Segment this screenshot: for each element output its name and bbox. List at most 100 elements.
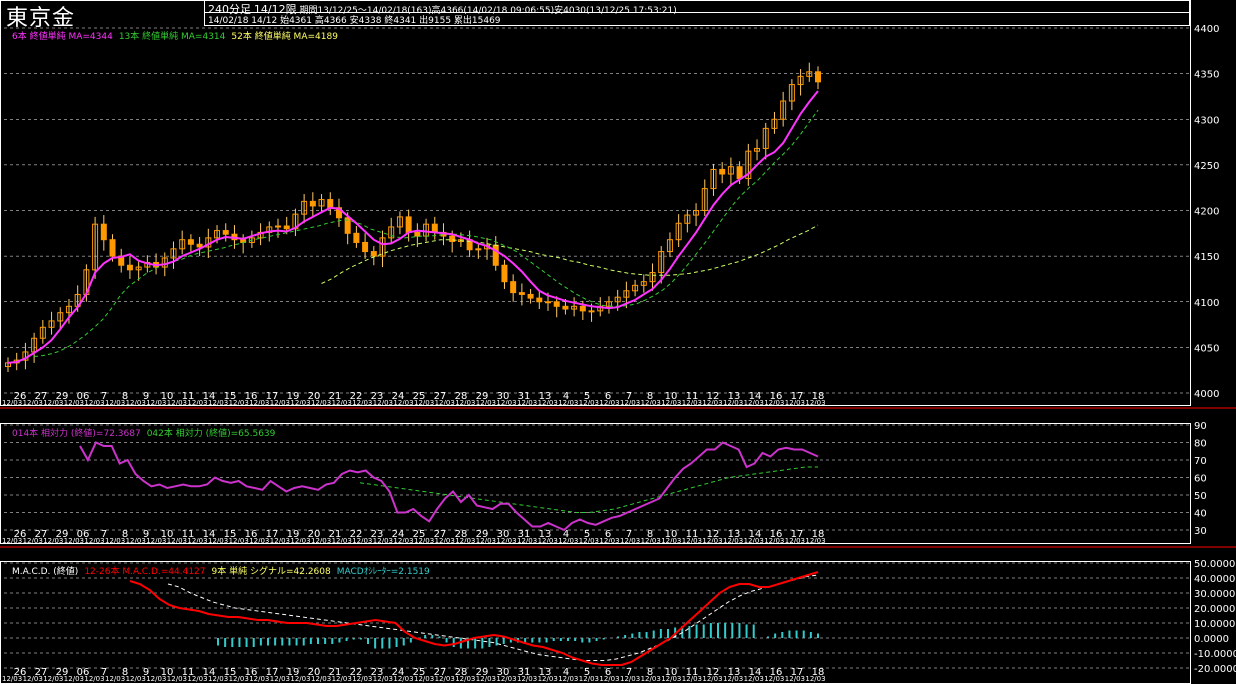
y-tick-label: 40.0000 [1194, 574, 1235, 585]
y-tick-label: -20.0000 [1194, 664, 1236, 675]
x-date-label: 12/03 [311, 399, 331, 407]
x-date-label: 12/03 [229, 537, 249, 545]
candle-body [449, 235, 456, 243]
candle-body [518, 292, 525, 295]
candle-body [196, 243, 203, 248]
x-date-label: 12/03 [641, 675, 661, 683]
x-date-label: 12/03 [476, 537, 496, 545]
x-date-label: 12/03 [744, 675, 764, 683]
x-date-label: 12/03 [270, 537, 290, 545]
x-date-label: 12/03 [599, 537, 619, 545]
y-tick-label: 70 [1194, 456, 1207, 467]
x-date-label: 12/03 [146, 537, 166, 545]
x-date-label: 12/03 [332, 537, 352, 545]
x-date-label: 12/03 [249, 537, 269, 545]
x-date-label: 12/03 [2, 537, 22, 545]
candle-body [527, 293, 534, 299]
x-date-label: 12/03 [805, 537, 825, 545]
y-tick-label: 50 [1194, 491, 1207, 502]
x-date-label: 12/03 [455, 399, 475, 407]
y-tick-label: 30 [1194, 526, 1207, 537]
x-date-label: 12/03 [538, 399, 558, 407]
candle-body [327, 199, 334, 209]
candle-body [475, 248, 482, 251]
candle-body [815, 71, 821, 83]
macd-line [129, 571, 819, 666]
x-date-label: 12/03 [620, 675, 640, 683]
x-date-label: 12/03 [517, 537, 537, 545]
x-date-label: 12/03 [599, 399, 619, 407]
x-date-label: 12/03 [682, 675, 702, 683]
x-date-label: 12/03 [744, 399, 764, 407]
x-date-label: 12/03 [599, 675, 619, 683]
price-panel-frame [0, 0, 1191, 406]
x-date-label: 12/03 [414, 537, 434, 545]
x-date-label: 12/03 [682, 399, 702, 407]
x-date-label: 12/03 [23, 399, 43, 407]
x-date-label: 12/03 [517, 675, 537, 683]
x-date-label: 12/03 [620, 537, 640, 545]
candle-body [100, 223, 107, 241]
candle-body [562, 305, 569, 310]
x-date-label: 12/03 [764, 675, 784, 683]
candle-body [492, 244, 499, 266]
x-date-label: 12/03 [435, 537, 455, 545]
candle-body [283, 225, 290, 230]
x-date-label: 12/03 [373, 675, 393, 683]
x-date-label: 12/03 [723, 399, 743, 407]
candle-body [414, 231, 421, 237]
x-date-label: 12/03 [352, 537, 372, 545]
x-date-label: 12/03 [332, 675, 352, 683]
x-date-label: 12/03 [476, 675, 496, 683]
x-date-label: 12/03 [290, 675, 310, 683]
y-tick-label: 4150 [1194, 252, 1219, 263]
y-tick-label: 90 [1194, 421, 1207, 432]
x-date-label: 12/03 [538, 675, 558, 683]
x-date-label: 12/03 [146, 675, 166, 683]
x-date-label: 12/03 [290, 537, 310, 545]
x-date-label: 12/03 [661, 399, 681, 407]
x-date-label: 12/03 [373, 537, 393, 545]
x-date-label: 12/03 [414, 399, 434, 407]
candle-body [579, 305, 586, 312]
x-date-label: 12/03 [558, 675, 578, 683]
x-date-label: 12/03 [167, 537, 187, 545]
candle-body [536, 297, 543, 303]
candle-body [553, 301, 560, 307]
x-date-label: 12/03 [393, 399, 413, 407]
x-date-label: 12/03 [64, 537, 84, 545]
x-date-label: 12/03 [43, 399, 63, 407]
x-date-label: 12/03 [373, 399, 393, 407]
x-date-label: 12/03 [641, 537, 661, 545]
candle-body [187, 239, 194, 245]
x-date-label: 12/03 [764, 399, 784, 407]
y-tick-label: 60 [1194, 474, 1207, 485]
x-date-label: 12/03 [23, 537, 43, 545]
x-date-label: 12/03 [764, 537, 784, 545]
y-tick-label: 4000 [1194, 389, 1219, 400]
x-date-label: 12/03 [435, 399, 455, 407]
y-tick-label: 20.0000 [1194, 604, 1235, 615]
x-date-label: 12/03 [2, 675, 22, 683]
x-date-label: 12/03 [744, 537, 764, 545]
x-date-label: 12/03 [496, 537, 516, 545]
y-tick-label: 40 [1194, 509, 1207, 520]
candle-body [362, 241, 369, 253]
y-tick-label: 4400 [1194, 24, 1219, 35]
x-date-label: 12/03 [579, 399, 599, 407]
x-date-label: 12/03 [702, 537, 722, 545]
x-date-label: 12/03 [579, 675, 599, 683]
y-tick-label: 4100 [1194, 298, 1219, 309]
rsi14-line [79, 441, 819, 532]
x-date-label: 12/03 [538, 537, 558, 545]
y-tick-label: 4050 [1194, 343, 1219, 354]
y-tick-label: 80 [1194, 439, 1207, 450]
x-date-label: 12/03 [661, 537, 681, 545]
candle-body [719, 168, 726, 175]
chart-canvas: 40004050410041504200425043004350440026 27… [0, 0, 1236, 684]
x-date-label: 12/03 [393, 675, 413, 683]
x-date-label: 12/03 [2, 399, 22, 407]
x-date-label: 12/03 [270, 675, 290, 683]
y-tick-label: -10.0000 [1194, 649, 1236, 660]
x-date-label: 12/03 [84, 537, 104, 545]
